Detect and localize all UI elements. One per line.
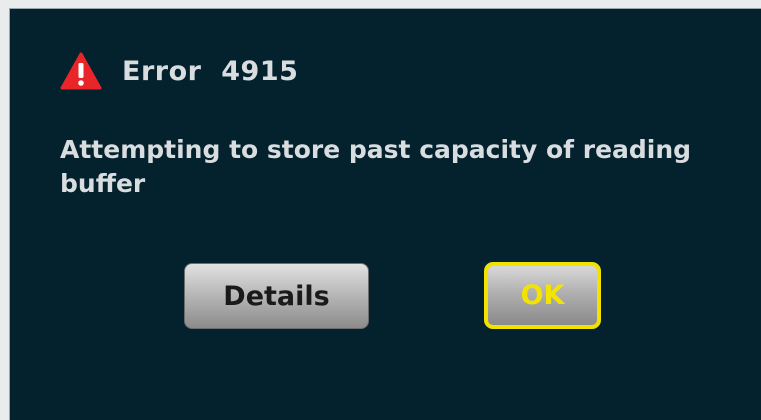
- error-dialog: Error 4915 Attempting to store past capa…: [9, 8, 761, 420]
- dialog-title-row: Error 4915: [60, 49, 298, 93]
- warning-icon: [60, 52, 102, 90]
- details-button[interactable]: Details: [184, 263, 369, 329]
- error-message: Attempting to store past capacity of rea…: [60, 135, 692, 198]
- screen-frame: Error 4915 Attempting to store past capa…: [0, 0, 761, 420]
- dialog-title: Error 4915: [122, 55, 299, 87]
- ok-button[interactable]: OK: [484, 262, 601, 329]
